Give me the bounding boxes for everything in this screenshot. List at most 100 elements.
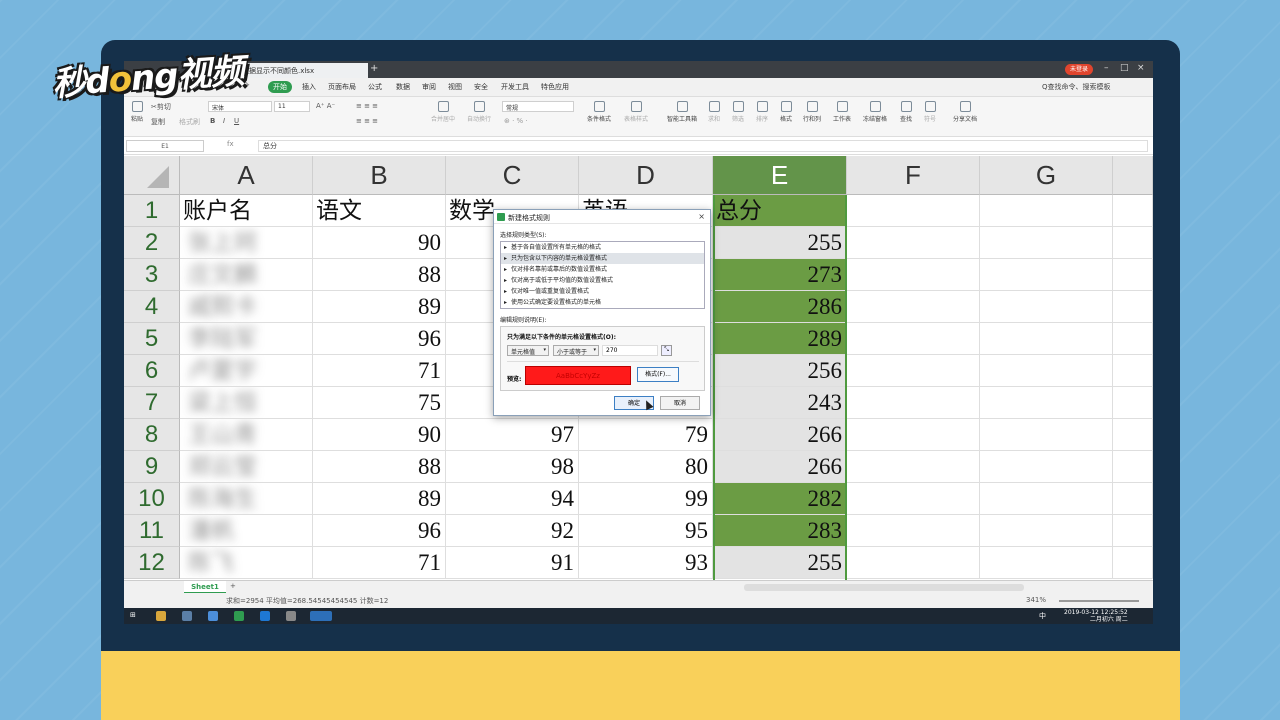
empty-cell[interactable] <box>1113 291 1153 323</box>
empty-cell[interactable] <box>847 451 980 483</box>
score-cell[interactable]: 90 <box>313 419 446 451</box>
horizontal-scrollbar[interactable] <box>744 584 1024 591</box>
cut-button[interactable]: ✂剪切 <box>151 102 171 112</box>
range-picker-icon[interactable]: ⤡ <box>661 345 672 356</box>
empty-cell[interactable] <box>847 259 980 291</box>
name-cell[interactable]: 庄文麟 <box>180 259 313 291</box>
column-header-d[interactable]: D <box>579 156 713 195</box>
file-explorer-icon[interactable] <box>156 611 166 621</box>
row-header[interactable]: 8 <box>124 419 180 451</box>
bold-button[interactable]: B <box>210 117 215 125</box>
wps-icon[interactable] <box>310 611 332 621</box>
score-cell[interactable]: 88 <box>313 451 446 483</box>
empty-cell[interactable] <box>980 419 1113 451</box>
total-cell[interactable]: 266 <box>713 451 847 483</box>
sort-button[interactable]: 排序 <box>752 101 772 123</box>
empty-cell[interactable] <box>847 355 980 387</box>
row-header[interactable]: 6 <box>124 355 180 387</box>
empty-cell[interactable] <box>1113 355 1153 387</box>
name-cell[interactable]: 陈海生 <box>180 483 313 515</box>
row-header[interactable]: 1 <box>124 195 180 227</box>
empty-cell[interactable] <box>1113 259 1153 291</box>
name-cell[interactable]: 张上珂 <box>180 227 313 259</box>
operator-select[interactable]: 小于或等于 ▾ <box>553 345 599 356</box>
zoom-level[interactable]: 341% <box>1026 596 1046 604</box>
score-cell[interactable]: 71 <box>313 547 446 579</box>
align-top-icon[interactable]: ≡ ≡ ≡ <box>356 102 378 110</box>
empty-cell[interactable] <box>1113 547 1153 579</box>
empty-cell[interactable] <box>847 483 980 515</box>
zoom-slider[interactable] <box>1059 600 1139 602</box>
empty-cell[interactable] <box>980 195 1113 227</box>
dialog-close-icon[interactable]: × <box>698 212 705 221</box>
freeze-panes-button[interactable]: 冻结窗格 <box>860 101 890 123</box>
total-cell[interactable]: 283 <box>713 515 847 547</box>
score-cell[interactable]: 95 <box>579 515 713 547</box>
name-cell[interactable]: 李陆军 <box>180 323 313 355</box>
score-cell[interactable]: 98 <box>446 451 579 483</box>
total-cell[interactable]: 266 <box>713 419 847 451</box>
name-cell[interactable]: 梁上恒 <box>180 387 313 419</box>
store-icon[interactable] <box>182 611 192 621</box>
empty-cell[interactable] <box>1113 227 1153 259</box>
empty-cell[interactable] <box>847 419 980 451</box>
score-cell[interactable]: 93 <box>579 547 713 579</box>
header-cell[interactable]: 总分 <box>713 195 847 227</box>
total-cell[interactable]: 289 <box>713 323 847 355</box>
empty-cell[interactable] <box>1113 323 1153 355</box>
copy-button[interactable]: 复制 <box>151 117 165 127</box>
conditional-format-button[interactable]: 条件格式 <box>582 101 616 123</box>
formula-input[interactable]: 总分 <box>258 140 1148 152</box>
underline-button[interactable]: U <box>234 117 239 125</box>
menu-view[interactable]: 视图 <box>448 82 462 92</box>
rule-type-item[interactable]: 仅对排名靠前或靠后的数值设置格式 <box>501 264 704 275</box>
empty-cell[interactable] <box>980 323 1113 355</box>
menu-security[interactable]: 安全 <box>474 82 488 92</box>
new-tab-icon[interactable]: + <box>370 63 378 74</box>
name-box[interactable]: E1 <box>126 140 204 152</box>
name-cell[interactable]: 王山青 <box>180 419 313 451</box>
find-button[interactable]: 查找 <box>896 101 916 123</box>
empty-cell[interactable] <box>980 227 1113 259</box>
empty-cell[interactable] <box>847 291 980 323</box>
score-cell[interactable]: 92 <box>446 515 579 547</box>
total-cell[interactable]: 243 <box>713 387 847 419</box>
row-header[interactable]: 10 <box>124 483 180 515</box>
total-cell[interactable]: 255 <box>713 547 847 579</box>
menu-review[interactable]: 审阅 <box>422 82 436 92</box>
start-icon[interactable]: ⊞ <box>130 611 136 619</box>
italic-button[interactable]: I <box>223 117 225 125</box>
menu-special-apps[interactable]: 特色应用 <box>541 82 569 92</box>
login-badge[interactable]: 未登录 <box>1065 64 1093 75</box>
empty-cell[interactable] <box>1113 483 1153 515</box>
score-cell[interactable]: 97 <box>446 419 579 451</box>
empty-cell[interactable] <box>980 547 1113 579</box>
empty-cell[interactable] <box>847 323 980 355</box>
empty-cell[interactable] <box>847 227 980 259</box>
edge-icon[interactable] <box>260 611 270 621</box>
score-cell[interactable]: 94 <box>446 483 579 515</box>
rule-type-item[interactable]: 仅对唯一值或重复值设置格式 <box>501 286 704 297</box>
row-header[interactable]: 2 <box>124 227 180 259</box>
document-tab[interactable]: 数据显示不同颜色.xlsx <box>228 63 368 78</box>
format-painter-button[interactable]: 格式刷 <box>179 117 200 127</box>
score-cell[interactable]: 88 <box>313 259 446 291</box>
column-header-g[interactable]: G <box>980 156 1113 195</box>
score-cell[interactable]: 96 <box>313 515 446 547</box>
total-cell[interactable]: 282 <box>713 483 847 515</box>
format-button[interactable]: 格式(F)... <box>637 367 679 382</box>
row-col-button[interactable]: 行和列 <box>800 101 824 123</box>
name-cell[interactable]: 卢夏宇 <box>180 355 313 387</box>
rule-type-item[interactable]: 仅对高于或低于平均值的数值设置格式 <box>501 275 704 286</box>
filter-button[interactable]: 筛选 <box>728 101 748 123</box>
empty-cell[interactable] <box>1113 515 1153 547</box>
name-cell[interactable]: 陈飞 <box>180 547 313 579</box>
minimize-icon[interactable]: – <box>1104 63 1109 73</box>
wrap-text-button[interactable]: 自动换行 <box>462 101 496 123</box>
score-cell[interactable]: 79 <box>579 419 713 451</box>
maximize-icon[interactable]: □ <box>1120 63 1129 73</box>
rule-type-item[interactable]: 基于各自值设置所有单元格的格式 <box>501 242 704 253</box>
menu-data[interactable]: 数据 <box>396 82 410 92</box>
menu-dev-tools[interactable]: 开发工具 <box>501 82 529 92</box>
header-cell[interactable]: 语文 <box>313 195 446 227</box>
